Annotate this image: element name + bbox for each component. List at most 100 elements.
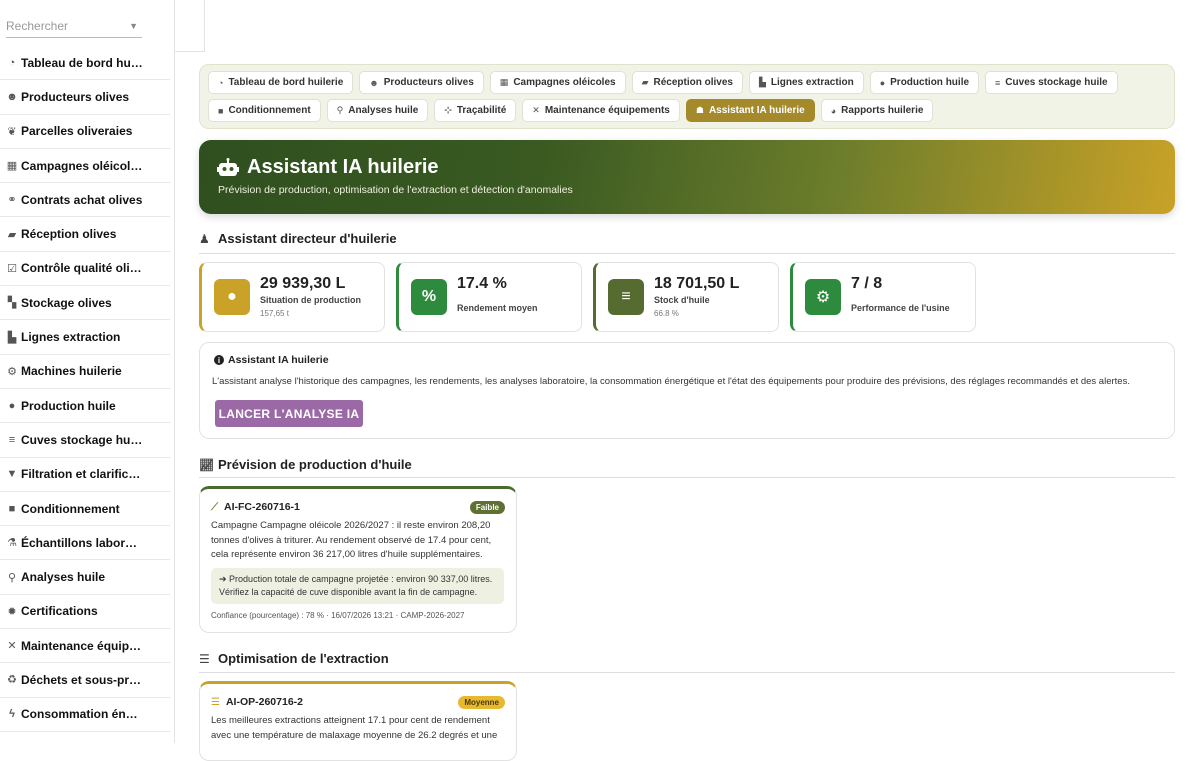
sidebar-item-lines[interactable]: ▙ Lignes extraction xyxy=(0,320,170,355)
nav-ai-assistant[interactable]: ☗ Assistant IA huilerie xyxy=(685,99,815,122)
launch-analysis-button[interactable]: LANCER L'ANALYSE IA xyxy=(215,400,363,427)
sidebar-item-label: Filtration et clarification xyxy=(21,467,143,482)
sidebar-item-packaging[interactable]: ■ Conditionnement xyxy=(0,492,170,527)
seedling-icon: ❦ xyxy=(7,125,17,138)
severity-badge: Moyenne xyxy=(458,696,505,709)
tools-icon: ✕ xyxy=(532,105,540,115)
clipboard-check-icon: ☑ xyxy=(7,262,17,275)
sidebar-item-samples[interactable]: ⚗ Échantillons laboratoire xyxy=(0,526,170,561)
sidebar-item-label: Production huile xyxy=(21,398,116,413)
sidebar-item-quality[interactable]: ☑ Contrôle qualité olives xyxy=(0,252,170,287)
nav-reports[interactable]: ◕ Rapports huilerie xyxy=(820,99,934,122)
search-placeholder: Rechercher xyxy=(6,19,69,33)
nav-traceability[interactable]: ⊹ Traçabilité xyxy=(434,99,517,122)
sidebar-item-production[interactable]: ● Production huile xyxy=(0,389,170,424)
nav-maintenance[interactable]: ✕ Maintenance équipements xyxy=(522,99,680,122)
sidebar-item-storage[interactable]: ▚ Stockage olives xyxy=(0,286,170,321)
sidebar-item-label: Machines huilerie xyxy=(21,364,122,379)
bolt-icon: ϟ xyxy=(9,708,15,721)
nav-production[interactable]: ● Production huile xyxy=(869,71,980,94)
nav-packaging[interactable]: ■ Conditionnement xyxy=(208,99,321,122)
sidebar-menu: ◔ Tableau de bord huilerie ☻Producteurs o… xyxy=(0,46,170,732)
sidebar-item-label: Campagnes oléicoles xyxy=(21,158,143,173)
robot-icon: ☗ xyxy=(695,105,704,115)
card-body: Les meilleures extractions atteignent 17… xyxy=(211,715,498,741)
microscope-icon: ⚲ xyxy=(336,105,344,115)
sidebar-item-contracts[interactable]: ⚭ Contrats achat olives xyxy=(0,183,170,218)
recycle-icon: ♻ xyxy=(7,674,17,687)
nav-reception[interactable]: ▰ Réception olives xyxy=(631,71,743,94)
stat-label: Rendement moyen xyxy=(457,303,538,313)
page-subtitle: Prévision de production, optimisation de… xyxy=(218,184,573,196)
sidebar-item-energy[interactable]: ϟ Consommation énergie xyxy=(0,698,170,732)
stat-sub: 66.8 % xyxy=(654,309,679,318)
sidebar-item-certifications[interactable]: ✹ Certifications xyxy=(0,595,170,630)
page-title: Assistant IA huilerie xyxy=(247,156,439,178)
oil-drop-icon: ● xyxy=(214,279,250,315)
module-nav-row: ◔ Tableau de bord huilerie ☻ Producteurs o… xyxy=(208,71,1118,94)
sidebar-item-campaigns[interactable]: ▦ Campagnes oléicoles xyxy=(0,149,170,184)
sliders-icon: ☰ xyxy=(211,696,220,708)
sidebar-item-label: Parcelles oliveraies xyxy=(21,124,133,139)
sidebar-item-producers[interactable]: ☻ Producteurs olives xyxy=(0,80,170,115)
divider xyxy=(199,477,1175,478)
sidebar-item-dashboard[interactable]: ◔ Tableau de bord huilerie xyxy=(0,46,170,81)
nav-producers[interactable]: ☻ Producteurs olives xyxy=(359,71,484,94)
robot-icon xyxy=(217,158,239,176)
stat-value: 7 / 8 xyxy=(851,275,883,292)
nav-analyses[interactable]: ⚲ Analyses huile xyxy=(326,99,429,122)
sidebar-search-input[interactable]: Rechercher ▼ xyxy=(6,14,142,38)
stat-card-stock: ≡ 18 701,50 L Stock d'huile 66.8 % xyxy=(593,262,779,332)
card-header: ⟋ AI-FC-260716-1 xyxy=(211,501,300,513)
card-meta: Confiance (pourcentage) : 78 % · 16/07/2… xyxy=(211,611,465,620)
page-header: Assistant IA huilerie Prévision de produ… xyxy=(199,140,1175,214)
sidebar-item-label: Contrôle qualité olives xyxy=(21,261,143,276)
sidebar-item-analyses[interactable]: ⚲ Analyses huile xyxy=(0,560,170,595)
nav-lines[interactable]: ▙ Lignes extraction xyxy=(748,71,864,94)
cogs-icon: ⚙ xyxy=(7,365,17,378)
chart-line-icon: 📈︎ xyxy=(199,457,215,472)
nav-label: Analyses huile xyxy=(348,105,419,116)
chart-pie-icon: ◕ xyxy=(830,105,837,116)
card-id: AI-FC-260716-1 xyxy=(224,501,300,513)
card-id: AI-OP-260716-2 xyxy=(225,696,304,708)
nav-dashboard[interactable]: ◔ Tableau de bord huilerie xyxy=(208,71,354,94)
optimisation-card: ☰ AI-OP-260716-2 Moyenne Les meilleures … xyxy=(199,681,517,761)
info-icon: i xyxy=(214,355,224,365)
section-title: Optimisation de l'extraction xyxy=(218,651,389,666)
section-forecast: 📈︎ Prévision de production d'huile xyxy=(199,457,412,472)
sidebar-item-label: Analyses huile xyxy=(21,570,106,585)
divider xyxy=(199,672,1175,673)
stat-value: 29 939,30 L xyxy=(260,275,346,292)
nav-label: Rapports huilerie xyxy=(841,105,924,116)
stat-sub: 157,65 t xyxy=(260,309,289,318)
nav-tanks[interactable]: ≡ Cuves stockage huile xyxy=(985,71,1118,94)
industry-icon: ▙ xyxy=(7,331,17,344)
nav-label: Traçabilité xyxy=(456,105,507,116)
sidebar-item-label: Déchets et sous-produits xyxy=(21,672,143,687)
stat-label: Situation de production xyxy=(260,295,361,305)
sidebar-item-parcels[interactable]: ❦ Parcelles oliveraies xyxy=(0,115,170,149)
sidebar-item-label: Consommation énergie xyxy=(21,707,143,722)
recommendation-text: Production totale de campagne projetée :… xyxy=(219,574,493,597)
flask-icon: ⚗ xyxy=(7,537,17,550)
sidebar-item-maintenance[interactable]: ✕ Maintenance équipements xyxy=(0,629,170,664)
sidebar-item-reception[interactable]: ▰ Réception olives xyxy=(0,217,170,252)
sidebar-item-label: Producteurs olives xyxy=(21,89,130,104)
arrow-right-icon: ➔ xyxy=(219,574,230,584)
nav-campaigns[interactable]: ▦ Campagnes oléicoles xyxy=(489,71,626,94)
nav-label: Réception olives xyxy=(653,77,733,88)
users-icon: ☻ xyxy=(369,77,379,88)
nav-label: Producteurs olives xyxy=(383,77,474,88)
sidebar-item-machines[interactable]: ⚙ Machines huilerie xyxy=(0,355,170,389)
sidebar-item-waste[interactable]: ♻ Déchets et sous-produits xyxy=(0,663,170,698)
oil-drop-icon: ● xyxy=(879,77,886,88)
sidebar-item-filtration[interactable]: ▼Filtration et clarification xyxy=(0,458,170,492)
sidebar-item-label: Réception olives xyxy=(21,227,117,242)
chevron-down-icon[interactable]: ▼ xyxy=(129,14,138,38)
sidebar-item-label: Maintenance équipements xyxy=(21,638,143,653)
sidebar-item-tanks[interactable]: ≡ Cuves stockage huile xyxy=(0,423,170,458)
forecast-card: ⟋ AI-FC-260716-1 Faible Campagne Campagn… xyxy=(199,486,517,633)
nav-label: Assistant IA huilerie xyxy=(708,105,805,116)
calendar-icon: ▦ xyxy=(499,77,509,87)
